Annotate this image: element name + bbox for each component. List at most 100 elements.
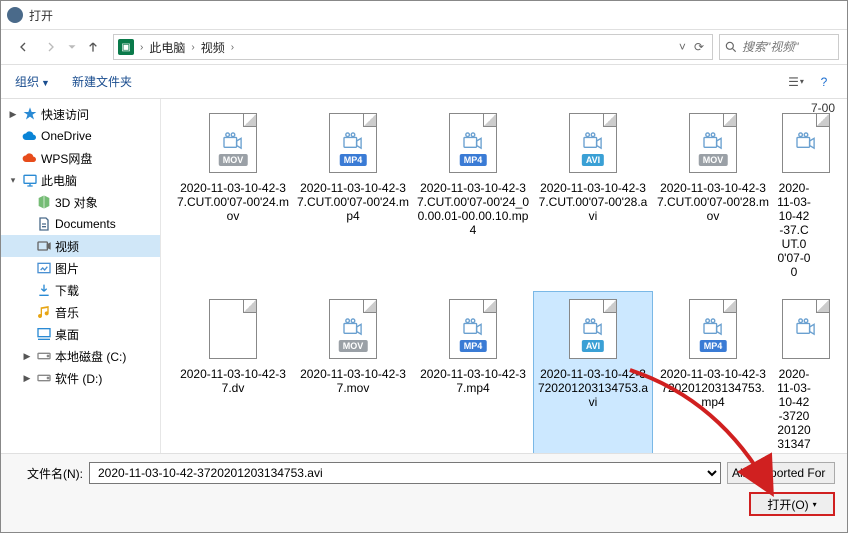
address-dropdown-icon[interactable]: ˅ [679,40,686,54]
twisty-icon[interactable]: ▶ [21,351,33,362]
file-thumbnail: MP4 [324,109,382,177]
file-item[interactable]: MOV2020-11-03-10-42-37.CUT.00'07-00'24.m… [173,105,293,283]
tree-item-11[interactable]: ▶ 本地磁盘 (C:) [1,345,160,367]
footer: 文件名(N): 2020-11-03-10-42-372020120313475… [1,453,847,532]
tree-item-10[interactable]: 桌面 [1,323,160,345]
tree-item-label: 视频 [55,238,79,255]
filename-label: 文件名(N): [13,465,83,482]
drive-icon [36,348,52,364]
drive-icon [36,370,52,386]
app-icon [7,7,23,23]
tree-item-label: 图片 [55,260,79,277]
up-button[interactable] [79,33,107,61]
tree-item-0[interactable]: ▶ 快速访问 [1,103,160,125]
format-badge: MP4 [700,340,727,352]
recent-dropdown[interactable] [65,33,79,61]
tree-item-9[interactable]: 音乐 [1,301,160,323]
star-icon [22,106,38,122]
twisty-icon[interactable]: ▶ [7,109,19,120]
file-item[interactable]: AVI2020-11-03-10-42-37.CUT.00'07-00'28.a… [533,105,653,283]
format-badge: MP4 [460,340,487,352]
file-item[interactable]: MP42020-11-03-10-42-3720201203134753.mp4 [653,291,773,453]
tree-item-5[interactable]: Documents [1,213,160,235]
location-icon: ▣ [118,39,134,55]
tree-item-label: 软件 (D:) [55,370,102,387]
file-name: 2020-11-03-10-42-37.mp4 [417,367,529,395]
help-button[interactable]: ? [811,71,837,93]
new-folder-button[interactable]: 新建文件夹 [68,71,136,92]
file-name: 2020-11-03-10-42-37.dv [177,367,289,395]
twisty-icon[interactable]: ▾ [7,175,19,186]
organize-menu[interactable]: 组织▼ [11,71,54,92]
tree-item-3[interactable]: ▾ 此电脑 [1,169,160,191]
file-item[interactable]: 2020-11-03-10-42-37.dv [173,291,293,453]
tree-item-label: 音乐 [55,304,79,321]
file-name: 2020-11-03-10-42-37.CUT.00'07-00'24.mp4 [297,181,409,223]
file-item[interactable]: MP4 2020-11-03-10-42-37.CUT.00'07-00'24.m… [293,105,413,283]
file-thumbnail: AVI [564,295,622,363]
tree-item-label: 下载 [55,282,79,299]
search-input[interactable] [742,40,822,54]
tree-item-label: 快速访问 [41,106,89,123]
tree-item-7[interactable]: 图片 [1,257,160,279]
file-name: 2020-11-03-10-42-37.CUT.00'07-00'28.avi [537,181,649,223]
file-item[interactable]: 2020-11-03-10-42-37.CUT.00'07-00 [773,105,815,283]
tree-item-label: WPS网盘 [41,150,92,167]
file-item[interactable]: MP42020-11-03-10-42-37.CUT.00'07-00'24_0… [413,105,533,283]
tree-item-1[interactable]: OneDrive [1,125,160,147]
address-bar[interactable]: ▣ › 此电脑 › 视频 › ˅ ⟳ [113,34,713,60]
file-name: 2020-11-03-10-42-3720201203134753.avi [537,367,649,409]
twisty-icon[interactable]: ▶ [21,373,33,384]
file-name: 2020-11-03-10-42-37.CUT.00'07-00 [777,181,811,279]
cube-icon [36,194,52,210]
open-button[interactable]: 打开(O)▾ [749,492,835,516]
file-thumbnail: AVI [564,109,622,177]
filename-combobox[interactable]: 2020-11-03-10-42-3720201203134753.avi [89,462,721,484]
breadcrumb-videos[interactable]: 视频 [197,39,229,56]
tree-item-label: 此电脑 [41,172,77,189]
breadcrumb-this-pc[interactable]: 此电脑 [145,39,189,56]
file-item[interactable]: MOV2020-11-03-10-42-37.CUT.00'07-00'28.m… [653,105,773,283]
file-thumbnail: MP4 [684,295,742,363]
music-icon [36,304,52,320]
nav-tree[interactable]: ▶ 快速访问 OneDrive WPS网盘 ▾ 此电脑 3D 对象 Documents 视频图片… [1,99,161,453]
tree-item-6[interactable]: 视频 [1,235,160,257]
file-item[interactable]: 2020-11-03-10-42-3720201203134753 [773,291,815,453]
tree-item-label: Documents [55,217,116,231]
tree-item-2[interactable]: WPS网盘 [1,147,160,169]
view-options-button[interactable]: ☰▾ [783,71,809,93]
format-badge: AVI [582,340,604,352]
file-name: 2020-11-03-10-42-37.CUT.00'07-00'24.mov [177,181,289,223]
tree-item-label: OneDrive [41,129,92,143]
tree-item-12[interactable]: ▶ 软件 (D:) [1,367,160,389]
desktop-icon [36,326,52,342]
file-pane[interactable]: 7-00 MOV2020-11-03-10-42-37.CUT.00'07-00… [161,99,847,453]
forward-button[interactable] [37,33,65,61]
refresh-icon[interactable]: ⟳ [694,40,704,54]
file-thumbnail: MOV [204,109,262,177]
breadcrumb-sep: › [189,42,196,53]
search-icon [724,40,738,54]
file-type-filter[interactable]: All Supported For [727,462,835,484]
file-item[interactable]: MOV 2020-11-03-10-42-37.mov [293,291,413,453]
back-button[interactable] [9,33,37,61]
file-thumbnail: MOV [324,295,382,363]
file-item[interactable]: AVI 2020-11-03-10-42-3720201203134753.avi [533,291,653,453]
tree-item-8[interactable]: 下载 [1,279,160,301]
window-title: 打开 [29,7,53,24]
search-box[interactable] [719,34,839,60]
tree-item-label: 本地磁盘 (C:) [55,348,126,365]
file-name: 2020-11-03-10-42-37.mov [297,367,409,395]
download-icon [36,282,52,298]
nav-row: ▣ › 此电脑 › 视频 › ˅ ⟳ [1,29,847,65]
titlebar: 打开 [1,1,847,29]
file-name: 2020-11-03-10-42-3720201203134753 [777,367,811,453]
file-name: 2020-11-03-10-42-37.CUT.00'07-00'24_00.0… [417,181,529,237]
file-thumbnail: MOV [684,109,742,177]
file-thumbnail: MP4 [444,295,502,363]
tree-item-label: 3D 对象 [55,194,98,211]
file-item[interactable]: MP4 2020-11-03-10-42-37.mp4 [413,291,533,453]
format-badge: MP4 [340,154,367,166]
tree-item-4[interactable]: 3D 对象 [1,191,160,213]
cloud-icon [22,150,38,166]
